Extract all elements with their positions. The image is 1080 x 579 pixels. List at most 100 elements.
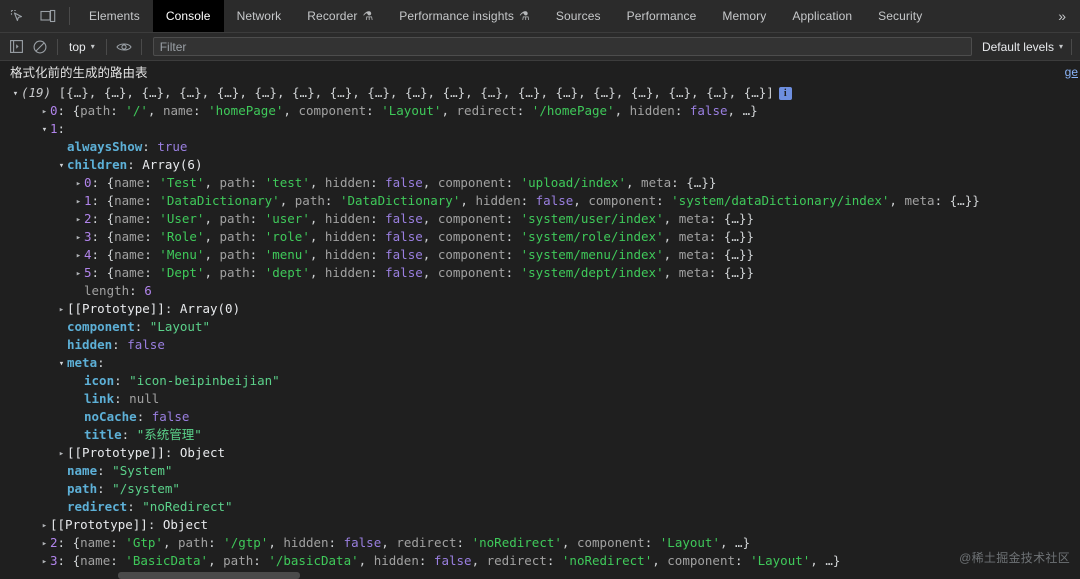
array-preview-item[interactable]: {…} — [668, 85, 691, 100]
console-message-text: 格式化前的生成的路由表 — [10, 66, 148, 80]
info-icon[interactable]: i — [778, 87, 792, 100]
object-tree-row[interactable]: ▸title: "系统管理" — [10, 426, 1080, 444]
object-tree-row[interactable]: ▸ 0: {path: '/', name: 'homePage', compon… — [10, 102, 1080, 120]
object-tree-row[interactable]: ▸name: "System" — [10, 462, 1080, 480]
tab-elements[interactable]: Elements — [76, 0, 153, 32]
object-tree-row[interactable]: ▸ [[Prototype]]: Object — [10, 444, 1080, 462]
tab-security[interactable]: Security — [865, 0, 935, 32]
tab-sources[interactable]: Sources — [543, 0, 614, 32]
array-preview-item[interactable]: {…} — [141, 85, 164, 100]
array-preview-item[interactable]: {…} — [367, 85, 390, 100]
console-source-link[interactable]: ge — [1065, 63, 1078, 81]
array-preview-item[interactable]: {…} — [330, 85, 353, 100]
array-preview-item[interactable]: {…} — [104, 85, 127, 100]
inspect-element-icon[interactable] — [6, 5, 28, 27]
disclosure-triangle[interactable]: ▸ — [73, 211, 84, 229]
array-preview-item[interactable]: {…} — [292, 85, 315, 100]
object-tree-row[interactable]: ▾ 1: — [10, 120, 1080, 138]
array-preview-item[interactable]: {…} — [631, 85, 654, 100]
disclosure-triangle[interactable]: ▸ — [39, 553, 50, 571]
clear-console-icon[interactable] — [28, 36, 52, 58]
object-tree-row[interactable]: ▸ 5: {name: 'Dept', path: 'dept', hidden:… — [10, 264, 1080, 282]
object-tree-row[interactable]: ▸ 1: {name: 'DataDictionary', path: 'Data… — [10, 192, 1080, 210]
object-tree-row[interactable]: ▸ 0: {name: 'Test', path: 'test', hidden:… — [10, 174, 1080, 192]
execution-context-label: top — [69, 39, 86, 54]
log-levels-selector[interactable]: Default levels ▾ — [976, 40, 1071, 54]
array-preview-item[interactable]: {…} — [744, 85, 767, 100]
disclosure-triangle[interactable]: ▸ — [39, 517, 50, 535]
object-tree-row[interactable]: ▸component: "Layout" — [10, 318, 1080, 336]
object-tree-row[interactable]: ▸ 4: {name: 'Menu', path: 'menu', hidden:… — [10, 246, 1080, 264]
property-preview: {name: 'Gtp', path: '/gtp', hidden: fals… — [72, 535, 751, 550]
tab-network[interactable]: Network — [224, 0, 295, 32]
device-toolbar-icon[interactable] — [37, 5, 59, 27]
object-tree-row[interactable]: ▸alwaysShow: true — [10, 138, 1080, 156]
disclosure-spacer: ▸ — [73, 427, 84, 445]
array-preview-item[interactable]: {…} — [66, 85, 89, 100]
tab-performance[interactable]: Performance — [614, 0, 710, 32]
array-preview-item[interactable]: {…} — [217, 85, 240, 100]
execution-context-selector[interactable]: top ▾ — [63, 37, 101, 57]
object-tree-row[interactable]: ▸icon: "icon-beipinbeijian" — [10, 372, 1080, 390]
array-preview-item[interactable]: {…} — [405, 85, 428, 100]
more-tabs-icon[interactable]: » — [1050, 0, 1080, 32]
disclosure-triangle[interactable]: ▾ — [10, 85, 21, 103]
disclosure-triangle[interactable]: ▾ — [39, 121, 50, 139]
disclosure-triangle[interactable]: ▸ — [73, 175, 84, 193]
disclosure-spacer: ▸ — [56, 139, 67, 157]
property-value: Object — [172, 445, 226, 460]
array-preview-item[interactable]: {…} — [480, 85, 503, 100]
array-root-row[interactable]: ▾ (19) [{…}, {…}, {…}, {…}, {…}, {…}, {…}… — [10, 84, 1080, 102]
object-tree-row[interactable]: ▸ [[Prototype]]: Object — [10, 516, 1080, 534]
object-tree-row[interactable]: ▸ [[Prototype]]: Array(0) — [10, 300, 1080, 318]
filter-input[interactable] — [152, 37, 972, 56]
property-preview: {name: 'Role', path: 'role', hidden: fal… — [106, 229, 754, 244]
property-key: redirect — [67, 499, 128, 514]
disclosure-spacer: ▸ — [56, 499, 67, 517]
object-tree-row[interactable]: ▸ 2: {name: 'Gtp', path: '/gtp', hidden: … — [10, 534, 1080, 552]
object-tree-row[interactable]: ▸ 2: {name: 'User', path: 'user', hidden:… — [10, 210, 1080, 228]
disclosure-triangle[interactable]: ▾ — [56, 157, 67, 175]
object-tree-row[interactable]: ▸length: 6 — [10, 282, 1080, 300]
object-tree-row[interactable]: ▸path: "/system" — [10, 480, 1080, 498]
disclosure-triangle[interactable]: ▾ — [56, 355, 67, 373]
tab-console[interactable]: Console — [152, 0, 224, 32]
object-tree-row[interactable]: ▸link: null — [10, 390, 1080, 408]
live-expression-eye-icon[interactable] — [112, 36, 136, 58]
array-preview-item[interactable]: {…} — [593, 85, 616, 100]
console-sidebar-toggle-icon[interactable] — [4, 36, 28, 58]
disclosure-triangle[interactable]: ▸ — [73, 265, 84, 283]
console-message-list[interactable]: 格式化前的生成的路由表 ge ▾ (19) [{…}, {…}, {…}, {…}… — [0, 61, 1080, 579]
disclosure-triangle[interactable]: ▸ — [56, 445, 67, 463]
array-preview-item[interactable]: {…} — [179, 85, 202, 100]
object-tree-row[interactable]: ▸redirect: "noRedirect" — [10, 498, 1080, 516]
object-tree-row[interactable]: ▸ 3: {name: 'Role', path: 'role', hidden:… — [10, 228, 1080, 246]
property-value: true — [149, 139, 188, 154]
object-tree-row[interactable]: ▸hidden: false — [10, 336, 1080, 354]
object-tree-row[interactable]: ▸ 3: {name: 'BasicData', path: '/basicDat… — [10, 552, 1080, 570]
disclosure-triangle[interactable]: ▸ — [56, 301, 67, 319]
horizontal-scrollbar-thumb[interactable] — [118, 572, 300, 579]
array-preview-item[interactable]: {…} — [706, 85, 729, 100]
disclosure-triangle[interactable]: ▸ — [73, 193, 84, 211]
array-preview-item[interactable]: {…} — [518, 85, 541, 100]
disclosure-triangle[interactable]: ▸ — [39, 535, 50, 553]
object-tree-row[interactable]: ▾ meta: — [10, 354, 1080, 372]
object-tree-row[interactable]: ▸noCache: false — [10, 408, 1080, 426]
array-preview-item[interactable]: {…} — [443, 85, 466, 100]
array-preview-item[interactable]: {…} — [556, 85, 579, 100]
tab-performance-insights[interactable]: Performance insights ⚗ — [386, 0, 543, 32]
array-preview-item[interactable]: {…} — [254, 85, 277, 100]
property-key: component — [67, 319, 135, 334]
toolbar-divider — [57, 38, 58, 55]
object-tree-row[interactable]: ▾ children: Array(6) — [10, 156, 1080, 174]
property-key: 4 — [84, 247, 92, 262]
tab-memory[interactable]: Memory — [709, 0, 779, 32]
disclosure-triangle[interactable]: ▸ — [73, 229, 84, 247]
tab-application[interactable]: Application — [779, 0, 865, 32]
disclosure-triangle[interactable]: ▸ — [39, 103, 50, 121]
disclosure-triangle[interactable]: ▸ — [73, 247, 84, 265]
tabbar-divider — [69, 7, 70, 25]
tab-recorder[interactable]: Recorder ⚗ — [294, 0, 386, 32]
console-object-tree[interactable]: ▾ (19) [{…}, {…}, {…}, {…}, {…}, {…}, {…}… — [0, 84, 1080, 570]
